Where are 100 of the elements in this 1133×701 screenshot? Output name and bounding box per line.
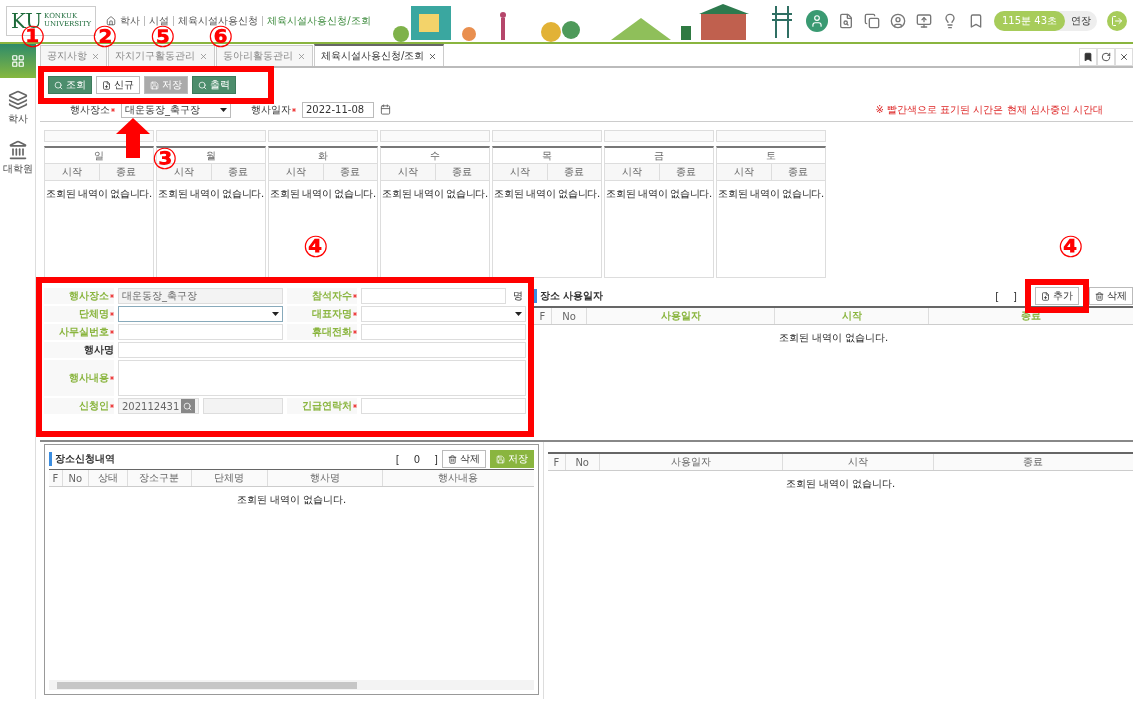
bookmark-button[interactable] — [1079, 48, 1097, 66]
dropdown-field[interactable] — [118, 306, 283, 322]
required-mark-icon — [353, 294, 357, 298]
column-header: 사용일자 — [586, 308, 774, 324]
windows-icon[interactable] — [864, 13, 880, 29]
field-label: 행사내용 — [44, 360, 114, 396]
field-label: 대표자명 — [287, 306, 357, 322]
annotation-number: ④ — [303, 232, 329, 262]
breadcrumb-item: 체육시설사용신청/조회 — [267, 14, 371, 28]
empty-message: 조회된 내역이 없습니다. — [269, 187, 377, 201]
field-label: 행사장소 — [70, 102, 115, 117]
breadcrumb-item: 학사 — [120, 14, 141, 28]
column-header: 시작 — [717, 164, 771, 180]
column-header: F — [534, 308, 551, 324]
document-icon — [102, 80, 111, 90]
input-field[interactable] — [202, 398, 283, 414]
lamp-posts-drawing — [770, 4, 793, 38]
date-field[interactable]: 2022-11-08 — [302, 101, 374, 118]
required-mark-icon — [110, 294, 114, 298]
field-label: 참석자수 — [287, 288, 357, 304]
empty-message: 조회된 내역이 없습니다. — [45, 187, 153, 201]
column-header: 시작 — [269, 164, 323, 180]
search-button[interactable] — [180, 399, 195, 413]
delete-button[interactable]: 삭제 — [442, 450, 486, 468]
close-icon — [1119, 52, 1129, 62]
save-icon — [150, 80, 159, 90]
column-header: 시작 — [605, 164, 659, 180]
empty-message: 조회된 내역이 없습니다. — [777, 331, 890, 345]
bookmark-icon[interactable] — [968, 13, 984, 29]
search-icon — [198, 80, 207, 90]
column-header: No — [564, 454, 599, 470]
required-mark-icon — [353, 330, 357, 334]
refresh-button[interactable] — [1097, 48, 1115, 66]
close-button[interactable] — [1115, 48, 1133, 66]
input-field[interactable] — [361, 324, 526, 340]
field-label: 행사명 — [44, 342, 114, 358]
sidebar-item[interactable]: 학사 — [0, 88, 36, 128]
add-button[interactable]: 추가 — [1035, 287, 1079, 305]
refresh-icon — [1101, 52, 1111, 62]
empty-message: 조회된 내역이 없습니다. — [717, 187, 825, 201]
trash-icon — [1095, 291, 1104, 301]
monitor-icon[interactable] — [916, 13, 932, 29]
profile-icon[interactable] — [890, 13, 906, 29]
caret-icon — [220, 107, 227, 112]
logout-icon — [1111, 15, 1123, 27]
lightbulb-icon[interactable] — [942, 13, 958, 29]
caret-icon — [272, 312, 279, 316]
column-header: 사용일자 — [598, 454, 783, 470]
empty-message: 조회된 내역이 없습니다. — [493, 187, 601, 201]
logout-button[interactable] — [1107, 11, 1127, 31]
grid-icon — [10, 54, 25, 68]
empty-message: 조회된 내역이 없습니다. — [784, 477, 897, 491]
column-header: 종료 — [98, 164, 153, 180]
calendar-icon[interactable] — [380, 104, 391, 115]
dropdown-field[interactable]: 대운동장_축구장 — [121, 101, 231, 118]
input-field[interactable]: 202112431 — [118, 398, 199, 414]
trash-icon — [448, 454, 457, 464]
column-header: 시작 — [782, 454, 933, 470]
input-field[interactable] — [118, 342, 526, 358]
panel-title: 장소 사용일자 — [534, 289, 604, 303]
caret-icon — [515, 312, 522, 316]
field-label: 긴급연락처 — [287, 398, 357, 414]
required-mark-icon — [110, 312, 114, 316]
required-mark-icon — [110, 404, 114, 408]
extend-button[interactable]: 연장 — [1065, 14, 1097, 28]
column-header: 종료 — [770, 164, 825, 180]
up-arrow-icon — [116, 118, 150, 158]
column-header: 종료 — [932, 454, 1133, 470]
horizontal-scrollbar[interactable] — [49, 680, 534, 690]
print-button[interactable]: 출력 — [192, 76, 236, 94]
column-header: F — [548, 454, 565, 470]
document-search-icon[interactable] — [838, 13, 854, 29]
input-field[interactable] — [361, 398, 526, 414]
column-header: 시작 — [381, 164, 435, 180]
tab[interactable]: 체육시설사용신청/조회 — [314, 44, 445, 66]
user-icon[interactable] — [806, 10, 828, 32]
column-header: 행사명 — [267, 470, 382, 486]
delete-button[interactable]: 삭제 — [1089, 287, 1133, 305]
field-label: 신청인 — [44, 398, 114, 414]
field-label: 행사장소 — [44, 288, 114, 304]
input-field[interactable] — [361, 288, 506, 304]
column-header: 단체명 — [190, 470, 268, 486]
column-header: No — [61, 470, 88, 486]
required-mark-icon — [353, 312, 357, 316]
required-mark-icon — [110, 376, 114, 380]
close-icon[interactable] — [428, 51, 438, 61]
input-field[interactable] — [118, 324, 283, 340]
input-field[interactable]: 대운동장_축구장 — [118, 288, 283, 304]
empty-message: 조회된 내역이 없습니다. — [381, 187, 489, 201]
search-button[interactable]: 조회 — [48, 76, 92, 94]
column-header: 종료 — [546, 164, 601, 180]
empty-message: 조회된 내역이 없습니다. — [605, 187, 713, 201]
required-mark-icon — [110, 330, 114, 334]
column-header: No — [551, 308, 586, 324]
new-button[interactable]: 신규 — [96, 76, 140, 94]
row-count: [ 0 ] — [395, 453, 438, 465]
bookmark-icon — [1083, 52, 1093, 62]
save-icon — [496, 454, 505, 464]
column-header: 장소구분 — [126, 470, 191, 486]
sidebar-item[interactable]: 대학원 — [0, 138, 36, 178]
